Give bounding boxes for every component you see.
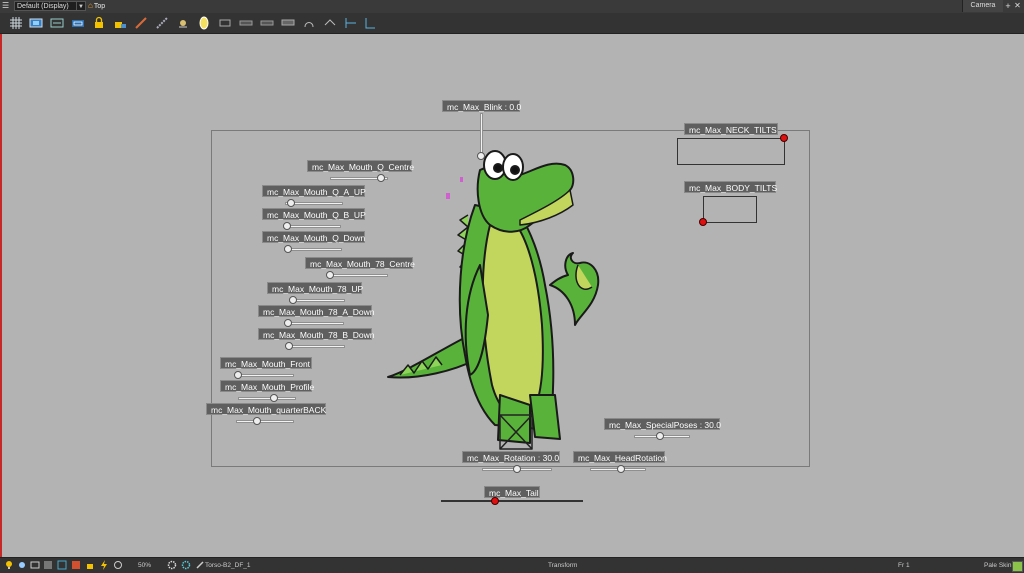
matte-icon[interactable] (57, 560, 67, 570)
mouth-q-down-slider-track[interactable] (284, 248, 342, 251)
mouth-profile-slider-track[interactable] (238, 397, 296, 400)
mouth-q-b-up-label: mc_Max_Mouth_Q_B_UP (262, 208, 366, 220)
align-1-icon[interactable] (343, 15, 359, 31)
gear-icon[interactable] (167, 560, 177, 570)
mouth-78-b-down-slider-track[interactable] (287, 345, 345, 348)
mouth-78-up-slider-knob[interactable] (289, 296, 297, 304)
mouth-quarterback-slider-track[interactable] (236, 420, 294, 423)
mouth-front-slider-track[interactable] (236, 374, 294, 377)
lock-icon-small[interactable] (85, 560, 95, 570)
ruler-icon[interactable] (154, 15, 170, 31)
rotation-slider-knob[interactable] (513, 465, 521, 473)
breadcrumb[interactable]: ⌂Top (88, 0, 105, 12)
mouth-front-label: mc_Max_Mouth_Front (220, 357, 312, 369)
view-topbar: ☰ Default (Display) ▼ ⌂Top Camera + ✕ (0, 0, 1024, 13)
color-icon[interactable] (71, 560, 81, 570)
shape-1-icon[interactable] (238, 15, 254, 31)
brush-icon-small (196, 561, 204, 569)
head-rotation-label: mc_Max_HeadRotation (573, 451, 667, 463)
light-table-icon[interactable] (196, 15, 212, 31)
mouth-q-b-up-slider-knob[interactable] (283, 222, 291, 230)
mouth-q-b-up-slider-track[interactable] (283, 225, 341, 228)
lock-icon[interactable] (91, 15, 107, 31)
mouth-profile-slider-knob[interactable] (270, 394, 278, 402)
neck-tilts-box[interactable] (677, 138, 785, 165)
tail-slider-track[interactable] (441, 500, 583, 502)
special-poses-label: mc_Max_SpecialPoses : 30.0 (604, 418, 721, 430)
field-guide-icon[interactable] (49, 15, 65, 31)
align-2-icon[interactable] (362, 15, 378, 31)
skin-label: Pale Skin (984, 562, 1012, 569)
menu-icon[interactable]: ☰ (2, 1, 11, 11)
blink-slider-track[interactable] (480, 113, 483, 156)
mouth-q-centre-label: mc_Max_Mouth_Q_Centre (307, 160, 414, 172)
bone-icon[interactable] (301, 15, 317, 31)
neck-tilts-knob[interactable] (780, 134, 788, 142)
close-tab-button[interactable]: ✕ (1013, 0, 1022, 12)
frame-icon[interactable] (30, 560, 40, 570)
onion-skin-icon[interactable] (175, 15, 191, 31)
current-tool: Transform (548, 562, 578, 569)
mouth-78-centre-slider-knob[interactable] (326, 271, 334, 279)
tab-camera[interactable]: Camera (962, 0, 1003, 12)
lightning-icon[interactable] (99, 560, 109, 570)
rotation-label: mc_Max_Rotation : 30.0 (462, 451, 560, 463)
mouth-profile-label: mc_Max_Mouth_Profile (220, 380, 314, 392)
deform-icon[interactable] (322, 15, 338, 31)
settings-icon[interactable] (181, 560, 191, 570)
mouth-q-centre-slider-knob[interactable] (377, 174, 385, 182)
mouth-78-a-down-label: mc_Max_Mouth_78_A_Down (258, 305, 375, 317)
body-tilts-knob[interactable] (699, 218, 707, 226)
brush-icon[interactable] (133, 15, 149, 31)
mouth-quarterback-slider-knob[interactable] (253, 417, 261, 425)
view-select-dropdown[interactable]: Default (Display) ▼ (14, 1, 86, 11)
current-frame: Fr 1 (898, 562, 910, 569)
mouth-q-a-up-slider-knob[interactable] (287, 199, 295, 207)
tail-label: mc_Max_Tail (484, 486, 540, 498)
mouth-78-centre-label: mc_Max_Mouth_78_Centre (305, 257, 415, 269)
neck-tilts-label: mc_Max_NECK_TILTS (684, 123, 778, 135)
shape-2-icon[interactable] (259, 15, 275, 31)
reset-icon[interactable] (113, 560, 123, 570)
breadcrumb-label: Top (93, 3, 106, 10)
head-rotation-slider-knob[interactable] (617, 465, 625, 473)
shape-3-icon[interactable] (280, 15, 296, 31)
blink-slider-knob[interactable] (477, 152, 485, 160)
grid-icon[interactable] (8, 15, 24, 31)
viewport-edge (0, 34, 2, 557)
zoom-level[interactable]: 50% (138, 558, 151, 573)
special-poses-slider-knob[interactable] (656, 432, 664, 440)
add-tab-button[interactable]: + (1004, 0, 1012, 12)
view-select-value: Default (Display) (17, 3, 69, 10)
crocodile-character[interactable] (380, 145, 610, 455)
body-tilts-label: mc_Max_BODY_TILTS (684, 181, 777, 193)
mouth-q-down-slider-knob[interactable] (284, 245, 292, 253)
render-icon[interactable] (43, 560, 53, 570)
skin-swatch[interactable] (1012, 561, 1023, 572)
peg-icon[interactable] (217, 15, 233, 31)
mouth-78-centre-slider-track[interactable] (330, 274, 388, 277)
lock-all-icon[interactable] (112, 15, 128, 31)
status-bar: 50% Torso-B2_DF_1 Transform Fr 1 Pale Sk… (0, 557, 1024, 573)
mouth-78-a-down-slider-track[interactable] (286, 322, 344, 325)
light-icon[interactable] (17, 560, 27, 570)
mouth-78-b-down-slider-knob[interactable] (285, 342, 293, 350)
body-tilts-box[interactable] (703, 196, 757, 223)
tail-slider-knob[interactable] (491, 497, 499, 505)
mouth-quarterback-label: mc_Max_Mouth_quarterBACK (206, 403, 326, 415)
blink-label: mc_Max_Blink : 0.0 (442, 100, 521, 112)
mouth-front-slider-knob[interactable] (234, 371, 242, 379)
mouth-q-down-label: mc_Max_Mouth_Q_Down (262, 231, 365, 243)
mouth-78-up-slider-track[interactable] (289, 299, 345, 302)
chevron-down-icon[interactable]: ▼ (76, 2, 85, 10)
mouth-78-a-down-slider-knob[interactable] (284, 319, 292, 327)
current-layer: Torso-B2_DF_1 (205, 562, 251, 569)
mouth-78-b-down-label: mc_Max_Mouth_78_B_Down (258, 328, 375, 340)
mouth-q-a-up-label: mc_Max_Mouth_Q_A_UP (262, 185, 366, 197)
safe-area-icon[interactable] (70, 15, 86, 31)
lightbulb-icon[interactable] (4, 560, 14, 570)
mouth-78-up-label: mc_Max_Mouth_78_UP (267, 282, 363, 294)
home-icon: ⌂ (88, 1, 93, 10)
camera-mask-icon[interactable] (28, 15, 44, 31)
